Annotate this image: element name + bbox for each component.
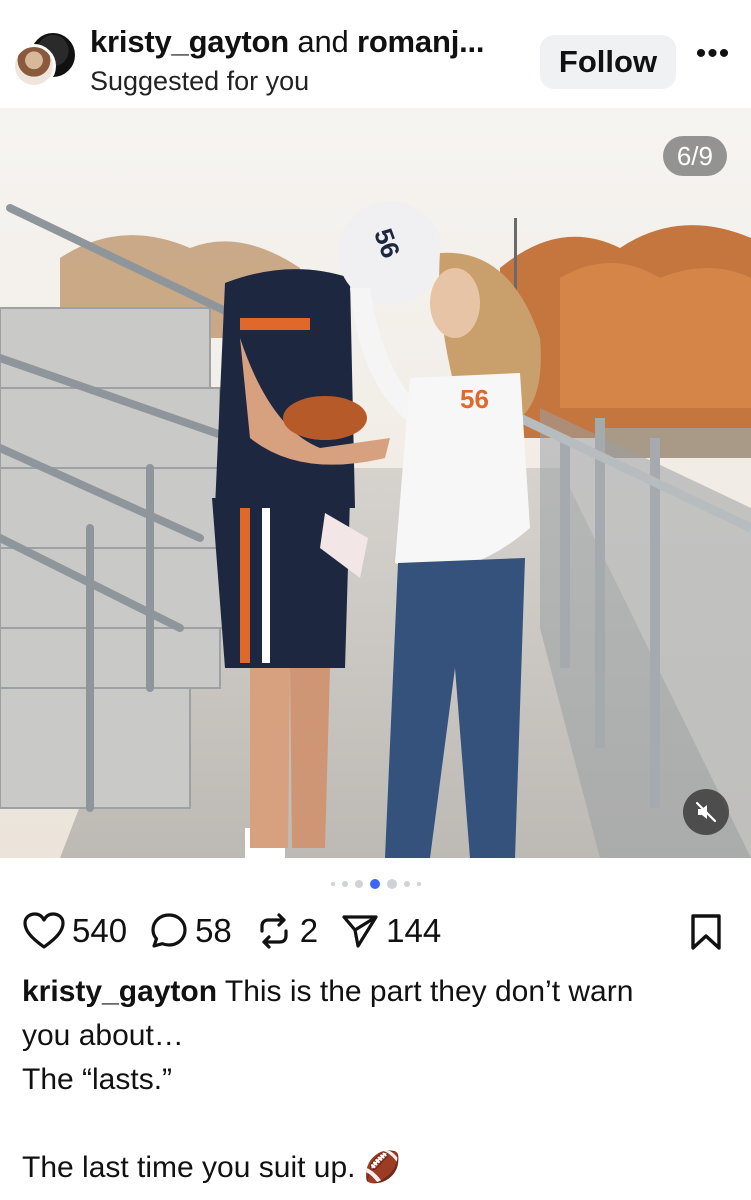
suggested-label: Suggested for you <box>90 66 310 96</box>
caption-line-1: kristy_gayton This is the part they don’… <box>22 970 727 1014</box>
avatar-stack[interactable] <box>12 30 78 92</box>
author-joiner: and <box>297 24 349 59</box>
post-media[interactable]: 56 56 6/9 <box>0 108 751 858</box>
like-count: 540 <box>72 912 128 949</box>
carousel-dot <box>403 881 410 887</box>
comment-button[interactable]: 58 <box>149 911 232 951</box>
like-button[interactable]: 540 <box>22 911 127 951</box>
caption-username[interactable]: kristy_gayton <box>22 975 217 1008</box>
speaker-muted-icon <box>695 801 717 823</box>
carousel-dots <box>0 876 751 892</box>
photo-scene: 56 56 <box>0 108 751 858</box>
send-icon <box>342 915 378 948</box>
mute-icon[interactable] <box>683 789 729 835</box>
carousel-dot <box>354 880 363 888</box>
post-header: kristy_gayton and romanj... Suggested fo… <box>0 0 751 108</box>
author-names[interactable]: kristy_gayton and romanj... <box>90 24 485 60</box>
carousel-dot <box>416 882 421 886</box>
caption-line-3: The “lasts.” <box>22 1063 173 1096</box>
share-button[interactable]: 144 <box>340 911 441 951</box>
svg-text:56: 56 <box>460 384 489 414</box>
bookmark-icon <box>691 914 721 950</box>
media-counter: 6/9 <box>662 136 727 176</box>
heart-icon <box>23 912 65 949</box>
comment-icon <box>151 913 187 948</box>
avatar-primary[interactable] <box>12 44 56 88</box>
more-options-icon[interactable]: ••• <box>690 39 736 80</box>
follow-button[interactable]: Follow <box>540 35 676 89</box>
repost-icon <box>260 913 288 949</box>
carousel-dot <box>386 879 397 889</box>
carousel-dot <box>369 879 380 889</box>
caption-line-4: The last time you suit up. 🏈 <box>22 1151 402 1184</box>
post-caption: kristy_gayton This is the part they don’… <box>22 970 727 1190</box>
comment-count: 58 <box>195 912 232 949</box>
repost-count: 2 <box>299 912 319 949</box>
share-count: 144 <box>386 912 442 949</box>
author-primary[interactable]: kristy_gayton <box>90 24 289 59</box>
carousel-dot <box>341 881 348 887</box>
carousel-dot <box>330 882 335 886</box>
caption-text-1: This is the part they don’t warn <box>217 975 634 1008</box>
author-secondary[interactable]: romanj... <box>357 24 485 59</box>
repost-button[interactable]: 2 <box>254 911 318 951</box>
caption-line-2: you about… <box>22 1019 184 1052</box>
save-button[interactable] <box>688 912 724 952</box>
action-bar: 540 58 2 144 <box>22 905 463 957</box>
